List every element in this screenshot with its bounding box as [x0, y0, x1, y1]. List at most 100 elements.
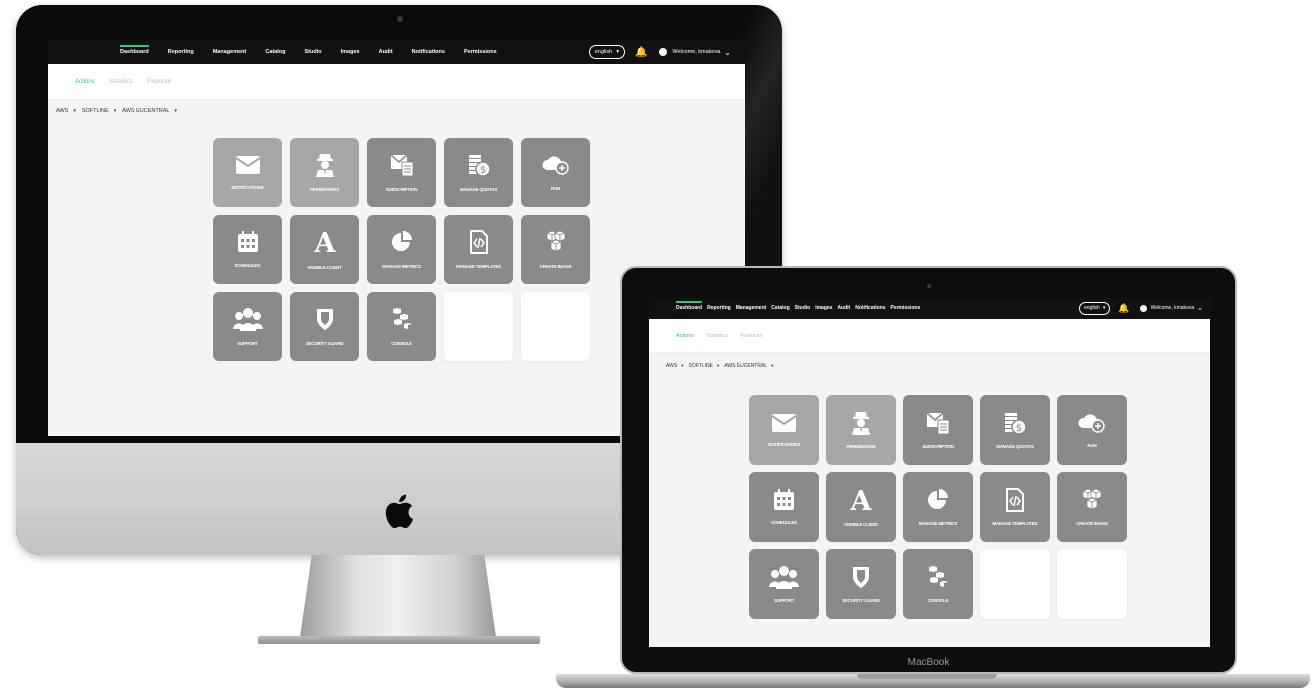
tile-manage-quotas[interactable]: $ Manage Quotas — [980, 395, 1050, 465]
tile-create-image[interactable]: Create Image — [1057, 472, 1127, 542]
nav-reporting[interactable]: Reporting — [707, 305, 731, 311]
nav-reporting[interactable]: Reporting — [168, 49, 194, 55]
tile-label: Manage Templates — [992, 521, 1038, 526]
tile-label: Security Guard — [842, 598, 880, 603]
user-menu[interactable]: Welcome, kmakova ⌄ — [659, 48, 731, 57]
svg-text:$: $ — [1016, 423, 1022, 434]
nav-permissions[interactable]: Permissions — [891, 305, 921, 311]
cloud-plus-icon — [541, 154, 571, 176]
chevron-down-icon: ▾ — [616, 49, 619, 55]
tile-console[interactable]: Console — [903, 549, 973, 619]
blocks-icon — [927, 565, 949, 589]
envelope-icon — [771, 413, 797, 433]
users-group-icon — [232, 307, 263, 331]
tile-manage-metrics[interactable]: Manage Metrics — [903, 472, 973, 542]
tile-security-guard[interactable]: Security Guard — [290, 292, 359, 361]
tile-label: Manage Templates — [456, 264, 501, 269]
chevron-down-icon: ▾ — [1102, 305, 1106, 311]
nav-catalog[interactable]: Catalog — [265, 49, 285, 55]
tile-notifications[interactable]: Notifications — [749, 395, 819, 465]
tile-ansible-client[interactable]: A Ansible Client — [290, 215, 359, 284]
tile-manage-metrics[interactable]: Manage Metrics — [367, 215, 436, 284]
macbook-screen: Dashboard Reporting Management Catalog S… — [649, 297, 1210, 647]
tile-label: Run — [550, 186, 561, 191]
nav-management[interactable]: Management — [736, 305, 767, 311]
nav-images[interactable]: Images — [341, 49, 360, 55]
nav-management[interactable]: Management — [213, 49, 247, 55]
tile-label: Schedules — [234, 263, 261, 268]
tile-label: Console — [927, 598, 949, 603]
tile-subscription[interactable]: Subscription — [903, 395, 973, 465]
shield-icon — [851, 565, 871, 589]
tile-label: Create Image — [539, 264, 572, 269]
envelope-icon — [234, 155, 261, 175]
tab-statistics[interactable]: Statistics — [109, 79, 133, 85]
filter-cloud[interactable]: AWS ▾ — [666, 363, 683, 369]
tab-statistics[interactable]: Statistics — [706, 333, 728, 339]
tile-support[interactable]: Support — [749, 549, 819, 619]
tile-permissions[interactable]: Permissions — [290, 138, 359, 207]
tile-ansible-client[interactable]: A Ansible Client — [826, 472, 896, 542]
tile-manage-quotas[interactable]: $ Manage Quotas — [444, 138, 513, 207]
tile-label: Subscription — [385, 187, 418, 192]
language-select[interactable]: english ▾ — [588, 45, 625, 59]
bell-icon[interactable]: 🔔 — [1118, 303, 1129, 314]
tile-run[interactable]: Run — [1057, 395, 1127, 465]
filter-region[interactable]: AWS EUCENTRAL ▾ — [724, 363, 773, 369]
pie-chart-icon — [390, 230, 414, 254]
nav-permissions[interactable]: Permissions — [464, 49, 497, 55]
users-group-icon — [769, 565, 799, 589]
chevron-down-icon: ▾ — [716, 363, 720, 368]
action-tile-grid: Notifications Permissions Subscription $ Man… — [749, 395, 1127, 619]
tile-permissions[interactable]: Permissions — [826, 395, 896, 465]
macbook-notch — [857, 674, 997, 679]
language-select[interactable]: english ▾ — [1078, 301, 1111, 315]
tile-run[interactable]: Run — [521, 138, 590, 207]
tile-create-image[interactable]: Create Image — [521, 215, 590, 284]
tile-schedules[interactable]: Schedules — [749, 472, 819, 542]
tab-financial[interactable]: Financial — [740, 333, 762, 339]
nav-notifications[interactable]: Notifications — [412, 49, 445, 55]
nav-images[interactable]: Images — [815, 305, 832, 311]
nav-studio[interactable]: Studio — [305, 49, 322, 55]
filter-tenant[interactable]: SOFTLINE ▾ — [688, 363, 719, 369]
nav-dashboard[interactable]: Dashboard — [120, 45, 149, 55]
bell-icon[interactable]: 🔔 — [635, 47, 647, 58]
tile-empty-14 — [1057, 549, 1127, 619]
tile-schedules[interactable]: Schedules — [213, 215, 282, 284]
tile-console[interactable]: Console — [367, 292, 436, 361]
user-menu[interactable]: Welcome, kmakova ⌄ — [1139, 304, 1203, 312]
tile-manage-templates[interactable]: Manage Templates — [444, 215, 513, 284]
tile-support[interactable]: Support — [213, 292, 282, 361]
tab-actions[interactable]: Actions — [75, 79, 95, 85]
sub-tabs: Actions Statistics Financial — [649, 319, 1210, 353]
nav-audit[interactable]: Audit — [837, 305, 850, 311]
tile-label: Manage Metrics — [382, 264, 421, 269]
filter-cloud[interactable]: AWS ▾ — [56, 108, 76, 114]
tab-financial[interactable]: Financial — [147, 79, 171, 85]
tile-subscription[interactable]: Subscription — [367, 138, 436, 207]
filter-tenant[interactable]: SOFTLINE ▾ — [82, 108, 116, 114]
cloud-plus-icon — [1077, 412, 1107, 434]
avatar — [1139, 304, 1147, 312]
main-nav: Dashboard Reporting Management Catalog S… — [676, 297, 925, 319]
filter-region[interactable]: AWS EUCENTRAL ▾ — [122, 108, 177, 114]
nav-catalog[interactable]: Catalog — [771, 305, 789, 311]
code-file-icon — [1004, 488, 1026, 512]
tile-label: Permissions — [846, 444, 876, 449]
chevron-down-icon: ▾ — [771, 363, 774, 368]
tile-label: Create Image — [1076, 521, 1108, 526]
tile-label: Ansible Client — [307, 265, 342, 270]
language-value: english — [594, 49, 613, 55]
cubes-icon — [1080, 488, 1104, 512]
nav-dashboard[interactable]: Dashboard — [676, 301, 703, 311]
tab-actions[interactable]: Actions — [676, 333, 694, 339]
nav-audit[interactable]: Audit — [379, 49, 393, 55]
tile-security-guard[interactable]: Security Guard — [826, 549, 896, 619]
tile-notifications[interactable]: Notifications — [213, 138, 282, 207]
language-value: english — [1083, 305, 1100, 311]
nav-notifications[interactable]: Notifications — [855, 305, 885, 311]
sub-tabs: Actions Statistics Financial — [48, 64, 745, 100]
nav-studio[interactable]: Studio — [795, 305, 811, 311]
tile-manage-templates[interactable]: Manage Templates — [980, 472, 1050, 542]
